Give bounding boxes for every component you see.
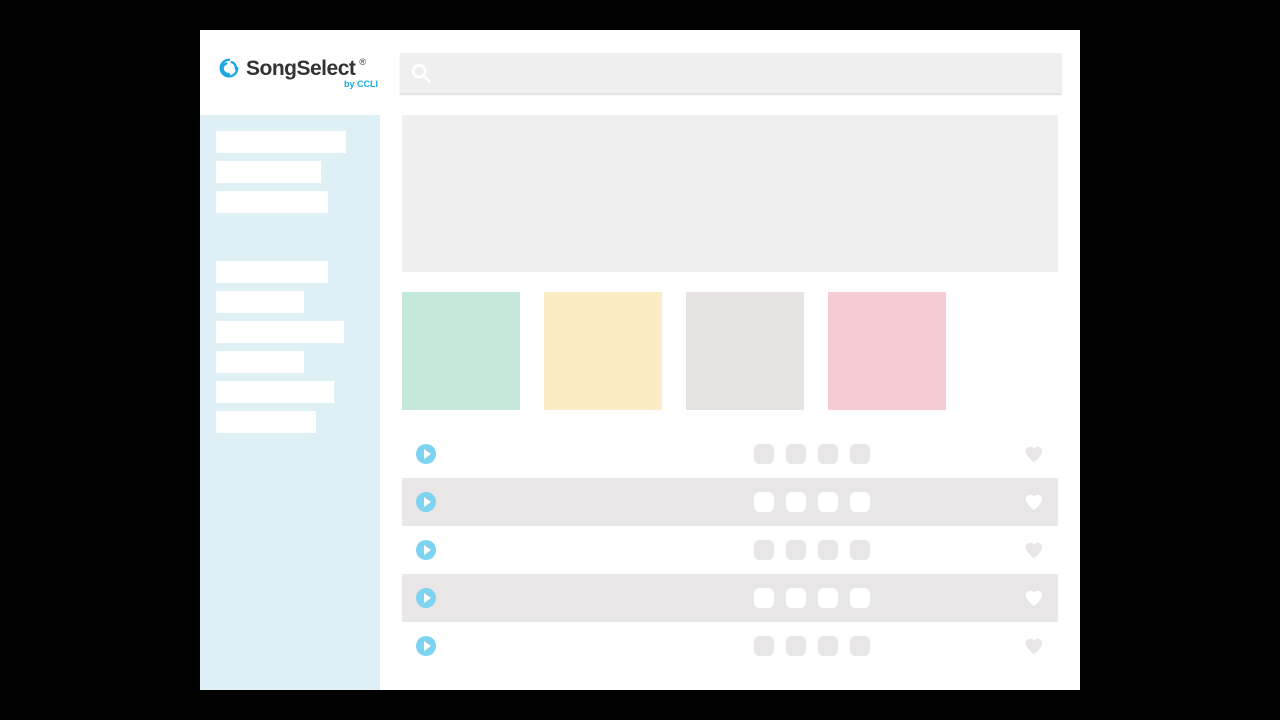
play-icon	[424, 641, 431, 651]
track-action-chip[interactable]	[818, 492, 838, 512]
sidebar-item[interactable]	[216, 321, 344, 343]
track-actions	[754, 492, 870, 512]
track-action-chip[interactable]	[850, 540, 870, 560]
favorite-icon[interactable]	[1024, 637, 1044, 655]
play-button[interactable]	[416, 444, 436, 464]
track-actions	[754, 540, 870, 560]
track-action-chip[interactable]	[754, 444, 774, 464]
search-icon	[410, 62, 432, 84]
search-bar[interactable]	[400, 53, 1062, 93]
content-card[interactable]	[828, 292, 946, 410]
track-action-chip[interactable]	[818, 636, 838, 656]
sidebar-item[interactable]	[216, 351, 304, 373]
track-action-chip[interactable]	[754, 492, 774, 512]
favorite-icon[interactable]	[1024, 589, 1044, 607]
body	[200, 115, 1080, 690]
app-window: SongSelect ® by CCLI	[200, 30, 1080, 690]
track-action-chip[interactable]	[850, 636, 870, 656]
sidebar	[200, 115, 380, 690]
content-card[interactable]	[544, 292, 662, 410]
play-icon	[424, 593, 431, 603]
play-button[interactable]	[416, 588, 436, 608]
brand-subtitle: by CCLI	[344, 79, 378, 89]
sidebar-item[interactable]	[216, 381, 334, 403]
brand-logo[interactable]: SongSelect ® by CCLI	[218, 57, 378, 89]
track-actions	[754, 588, 870, 608]
track-action-chip[interactable]	[786, 588, 806, 608]
track-actions	[754, 444, 870, 464]
hero-banner[interactable]	[402, 115, 1058, 272]
brand-name: SongSelect	[246, 57, 355, 81]
track-action-chip[interactable]	[786, 540, 806, 560]
track-action-chip[interactable]	[818, 444, 838, 464]
brand-registered: ®	[359, 57, 366, 67]
track-actions	[754, 636, 870, 656]
content-card[interactable]	[402, 292, 520, 410]
track-action-chip[interactable]	[754, 588, 774, 608]
favorite-icon[interactable]	[1024, 445, 1044, 463]
search-input[interactable]	[432, 65, 1052, 81]
track-action-chip[interactable]	[850, 492, 870, 512]
track-action-chip[interactable]	[786, 636, 806, 656]
track-action-chip[interactable]	[786, 444, 806, 464]
card-row	[402, 292, 1058, 410]
track-list	[402, 430, 1058, 670]
header: SongSelect ® by CCLI	[200, 30, 1080, 115]
brand-mark-icon	[218, 58, 240, 80]
main-content	[380, 115, 1080, 690]
sidebar-item[interactable]	[216, 191, 328, 213]
track-action-chip[interactable]	[818, 588, 838, 608]
track-row[interactable]	[402, 526, 1058, 574]
play-button[interactable]	[416, 636, 436, 656]
play-icon	[424, 545, 431, 555]
sidebar-item[interactable]	[216, 161, 321, 183]
sidebar-separator	[216, 221, 364, 253]
track-row[interactable]	[402, 574, 1058, 622]
track-row[interactable]	[402, 622, 1058, 670]
play-icon	[424, 497, 431, 507]
sidebar-item[interactable]	[216, 291, 304, 313]
play-button[interactable]	[416, 492, 436, 512]
play-icon	[424, 449, 431, 459]
content-card[interactable]	[686, 292, 804, 410]
track-action-chip[interactable]	[754, 540, 774, 560]
favorite-icon[interactable]	[1024, 493, 1044, 511]
track-action-chip[interactable]	[818, 540, 838, 560]
track-row[interactable]	[402, 430, 1058, 478]
sidebar-item[interactable]	[216, 131, 346, 153]
track-row[interactable]	[402, 478, 1058, 526]
track-action-chip[interactable]	[754, 636, 774, 656]
track-action-chip[interactable]	[786, 492, 806, 512]
favorite-icon[interactable]	[1024, 541, 1044, 559]
track-action-chip[interactable]	[850, 588, 870, 608]
play-button[interactable]	[416, 540, 436, 560]
sidebar-item[interactable]	[216, 411, 316, 433]
track-action-chip[interactable]	[850, 444, 870, 464]
sidebar-item[interactable]	[216, 261, 328, 283]
